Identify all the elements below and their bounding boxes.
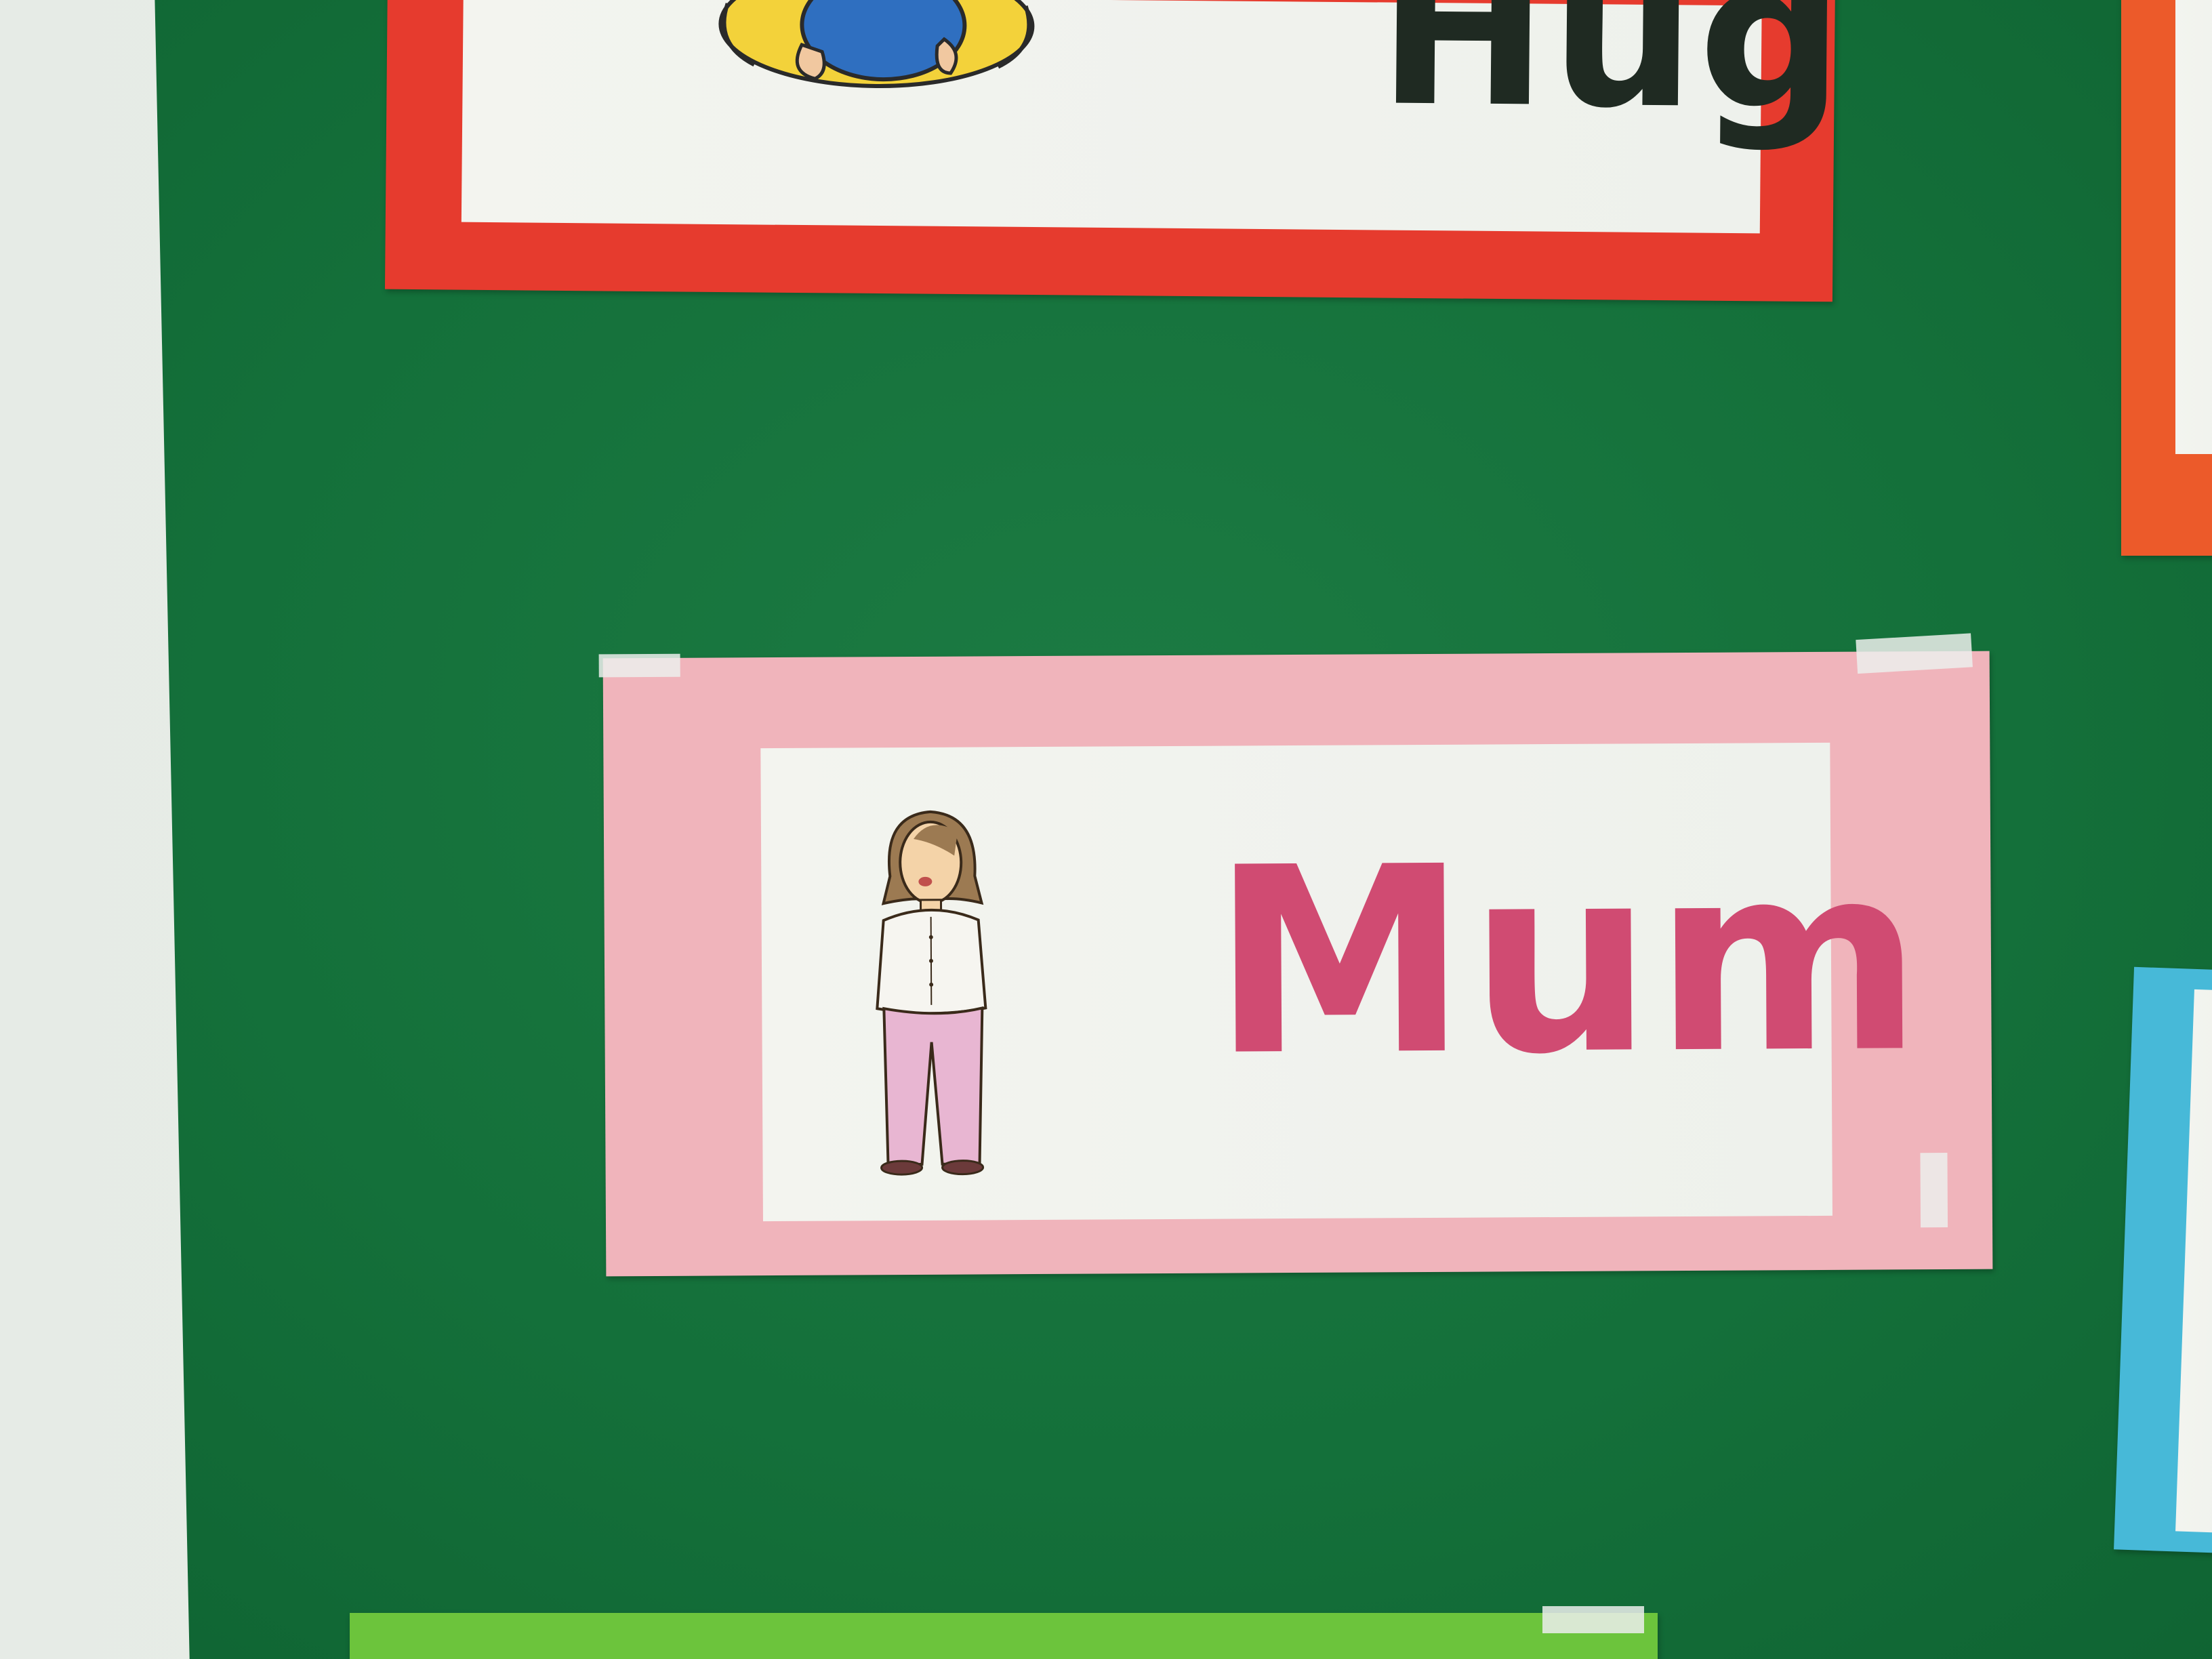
hug-card-paper: Hug bbox=[461, 0, 1847, 234]
orange-card-paper bbox=[2175, 0, 2212, 454]
tape-strip bbox=[1856, 633, 1973, 674]
tape-strip bbox=[598, 653, 680, 678]
hug-word-card: Hug bbox=[384, 0, 1847, 302]
hugging-children-illustration bbox=[718, 0, 1035, 89]
orange-word-card-partial bbox=[2121, 0, 2212, 556]
mum-card-paper: Mum bbox=[760, 742, 1925, 1222]
hug-word: Hug bbox=[1376, 0, 1848, 155]
blue-card-paper bbox=[2175, 989, 2212, 1534]
green-word-card-partial bbox=[350, 1606, 1658, 1659]
photo-scene: Hug Mum bbox=[0, 0, 2212, 1659]
tape-strip bbox=[1920, 1152, 1948, 1228]
mum-word: Mum bbox=[1210, 808, 1925, 1113]
mum-word-card: Mum bbox=[598, 633, 1993, 1277]
tape-strip bbox=[1542, 1606, 1644, 1633]
woman-figure-illustration bbox=[876, 810, 987, 1176]
